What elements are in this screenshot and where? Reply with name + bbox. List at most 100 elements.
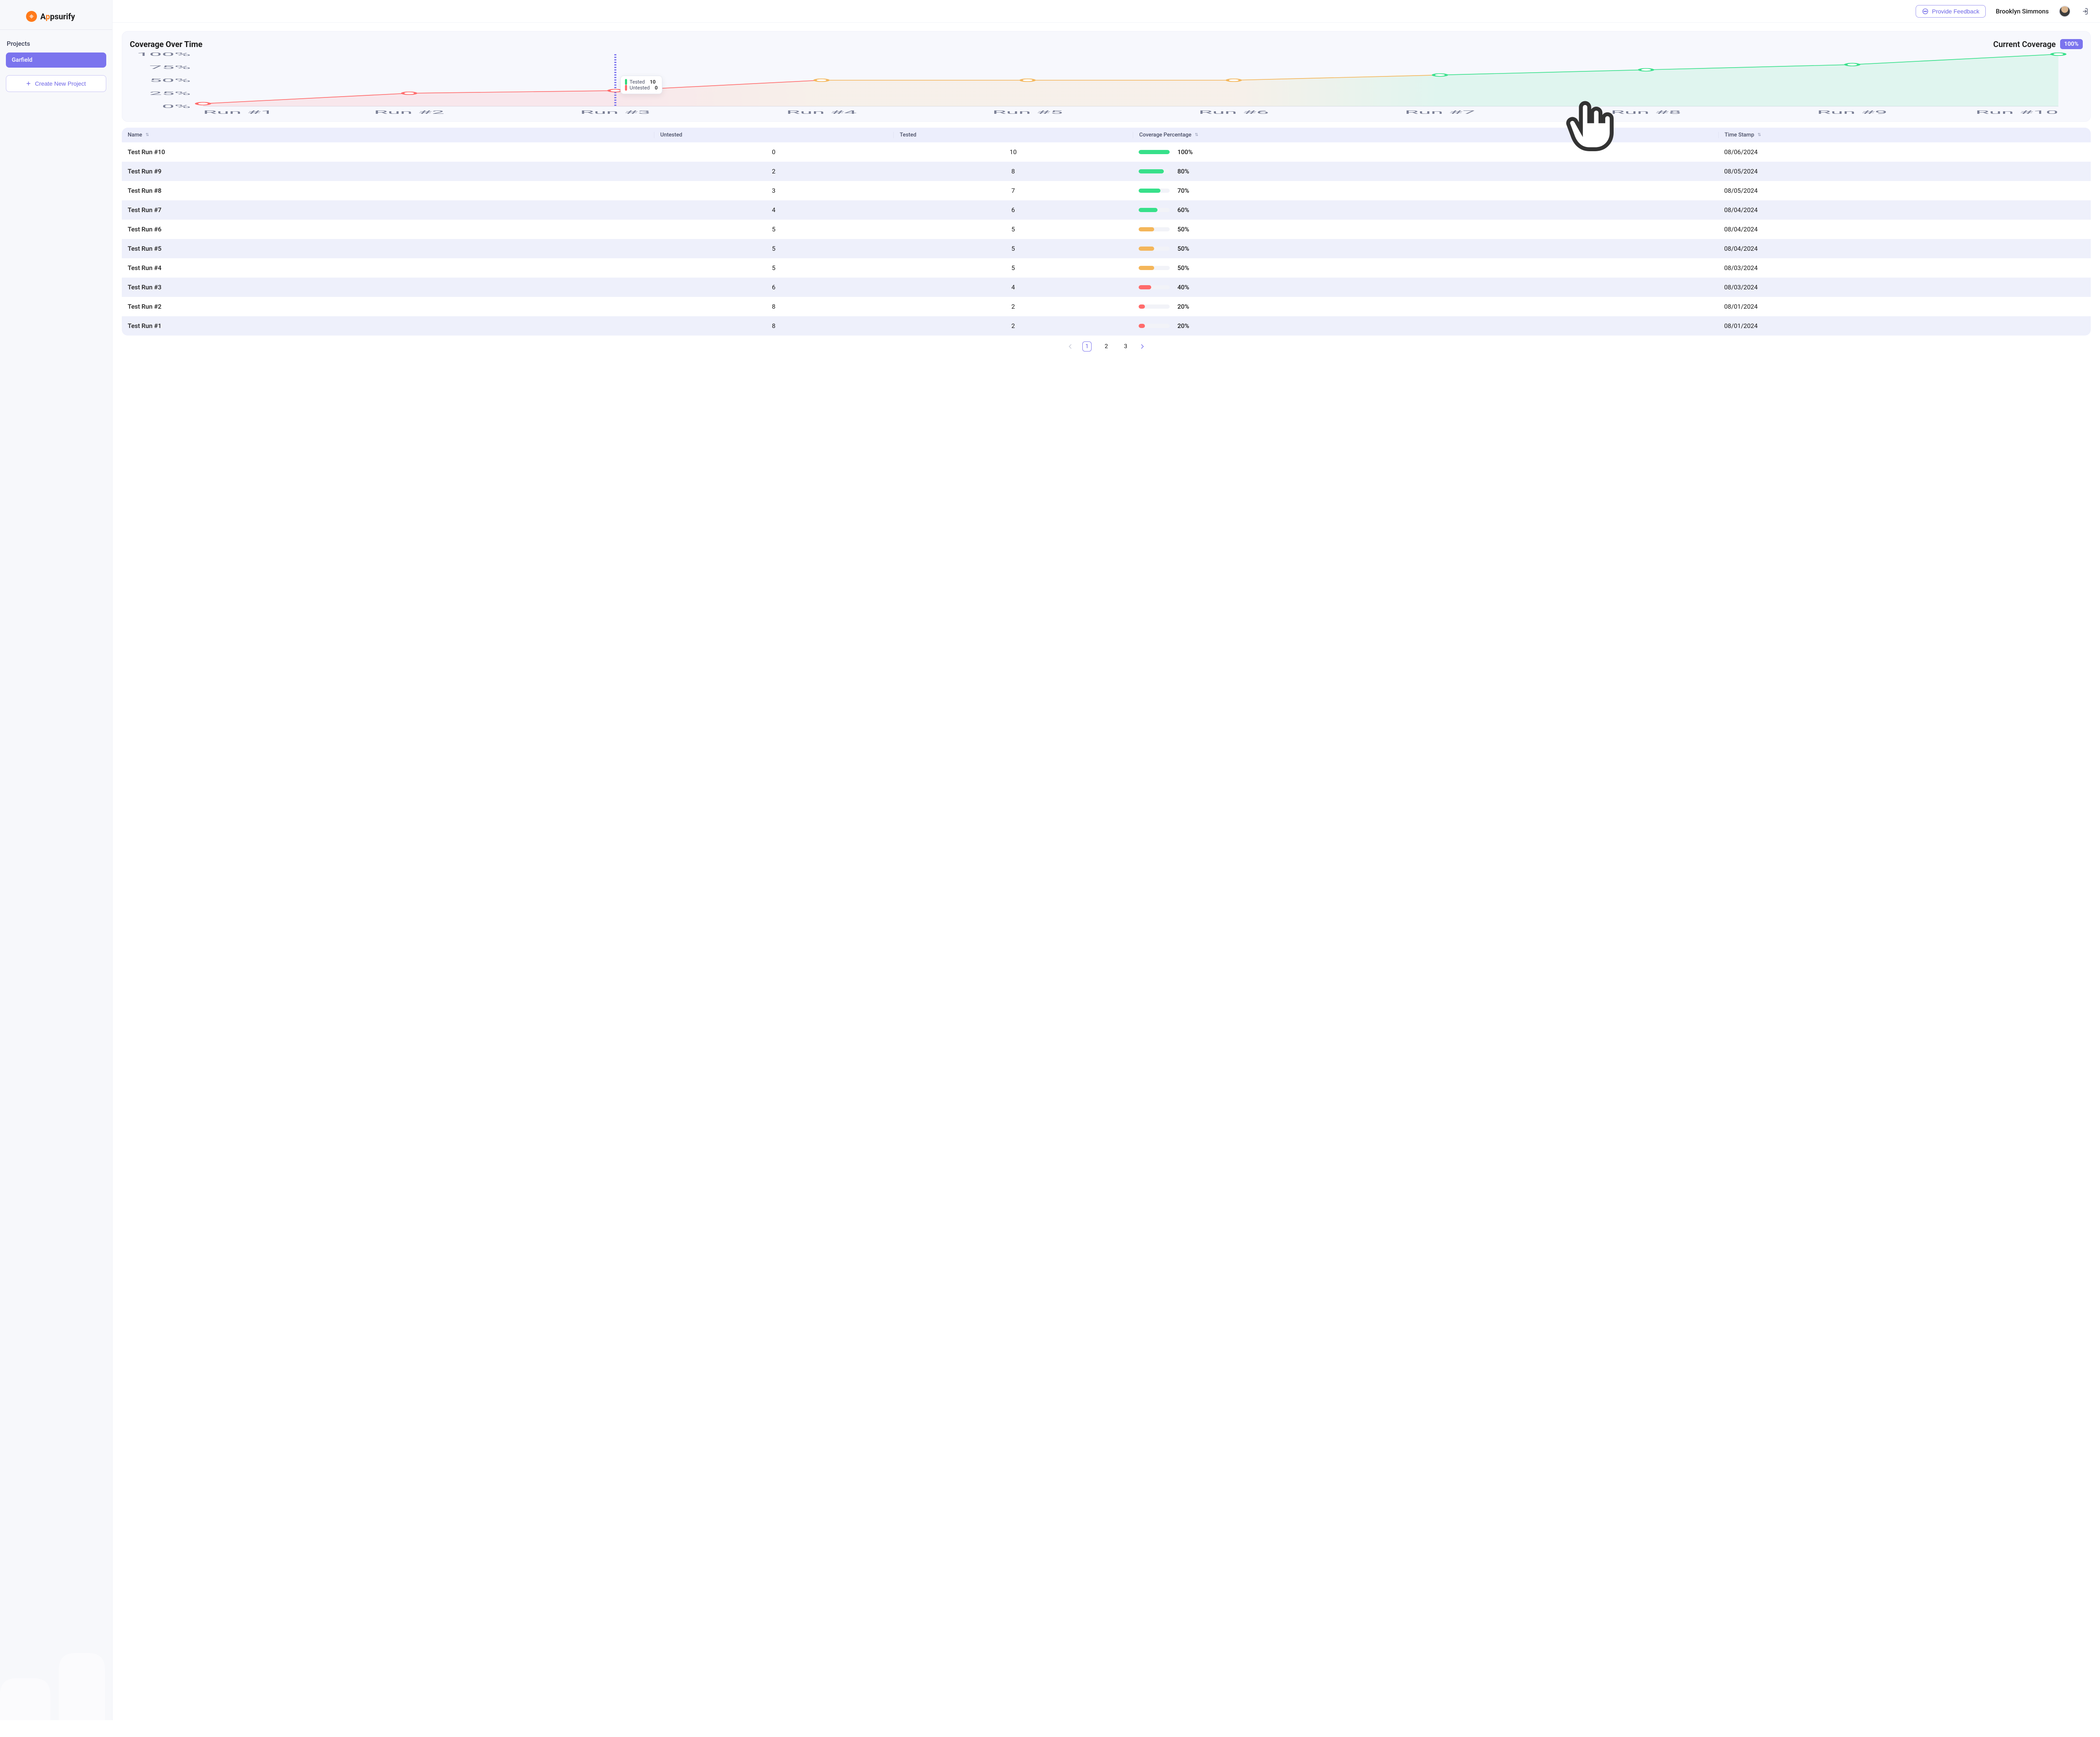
cell-timestamp: 08/04/2024 (1718, 226, 2091, 233)
avatar[interactable] (2059, 5, 2071, 17)
cell-tested: 10 (893, 148, 1133, 156)
table-row[interactable]: Test Run #10 0 10 100% 08/06/2024 (122, 142, 2091, 162)
table-row[interactable]: Test Run #8 3 7 70% 08/05/2024 (122, 181, 2091, 200)
cell-coverage: 100% (1133, 148, 1718, 156)
cell-tested: 5 (893, 264, 1133, 272)
sort-icon: ⇅ (146, 133, 149, 137)
sidebar-heading: Projects (7, 40, 105, 47)
coverage-bar (1139, 304, 1170, 309)
cell-coverage: 50% (1133, 264, 1718, 272)
coverage-pct: 20% (1177, 322, 1189, 330)
cell-timestamp: 08/01/2024 (1718, 322, 2091, 330)
svg-text:Run #1: Run #1 (203, 110, 273, 115)
pager-page-1[interactable]: 1 (1082, 341, 1092, 352)
pager-next-icon[interactable] (1139, 343, 1146, 350)
create-project-label: Create New Project (35, 80, 86, 87)
sort-icon: ⇅ (1195, 133, 1198, 137)
cell-timestamp: 08/05/2024 (1718, 187, 2091, 194)
card-title: Coverage Over Time (130, 39, 202, 49)
cell-untested: 2 (654, 168, 893, 175)
cell-untested: 0 (654, 148, 893, 156)
chat-icon (1922, 8, 1929, 15)
coverage-pct: 20% (1177, 303, 1189, 310)
cell-name: Test Run #3 (122, 283, 654, 291)
cell-name: Test Run #10 (122, 148, 654, 156)
cell-name: Test Run #2 (122, 303, 654, 310)
current-coverage-value: 100% (2060, 39, 2083, 49)
cell-name: Test Run #9 (122, 168, 654, 175)
table-row[interactable]: Test Run #2 8 2 20% 08/01/2024 (122, 297, 2091, 316)
cell-tested: 8 (893, 168, 1133, 175)
cell-name: Test Run #7 (122, 206, 654, 214)
feedback-label: Provide Feedback (1932, 8, 1979, 15)
cell-tested: 7 (893, 187, 1133, 194)
topbar: Provide Feedback Brooklyn Simmons (113, 0, 2100, 23)
table-row[interactable]: Test Run #9 2 8 80% 08/05/2024 (122, 162, 2091, 181)
cell-timestamp: 08/01/2024 (1718, 303, 2091, 310)
svg-text:100%: 100% (136, 52, 191, 57)
coverage-bar (1139, 189, 1170, 193)
cell-untested: 6 (654, 283, 893, 291)
cell-untested: 4 (654, 206, 893, 214)
coverage-pct: 100% (1177, 148, 1193, 156)
pager-page-3[interactable]: 3 (1121, 343, 1130, 350)
svg-text:50%: 50% (149, 78, 191, 83)
cell-coverage: 40% (1133, 283, 1718, 291)
cell-coverage: 20% (1133, 303, 1718, 310)
svg-text:0%: 0% (162, 104, 191, 109)
cell-coverage: 50% (1133, 245, 1718, 252)
sidebar-item-garfield[interactable]: Garfield (6, 52, 106, 68)
current-coverage-label: Current Coverage (1993, 39, 2056, 49)
brand-logo[interactable]: Appsurify (26, 11, 106, 22)
pager-prev-icon[interactable] (1066, 343, 1074, 350)
svg-text:Run #2: Run #2 (374, 110, 444, 115)
cell-timestamp: 08/04/2024 (1718, 245, 2091, 252)
col-tested[interactable]: Tested (893, 132, 1133, 138)
coverage-pct: 80% (1177, 168, 1189, 175)
svg-text:Run #3: Run #3 (580, 110, 651, 115)
table-row[interactable]: Test Run #1 8 2 20% 08/01/2024 (122, 316, 2091, 336)
table-row[interactable]: Test Run #6 5 5 50% 08/04/2024 (122, 220, 2091, 239)
col-timestamp[interactable]: Time Stamp ⇅ (1718, 132, 2091, 138)
cell-tested: 2 (893, 322, 1133, 330)
svg-text:Run #4: Run #4 (786, 110, 857, 115)
table-row[interactable]: Test Run #4 5 5 50% 08/03/2024 (122, 258, 2091, 278)
cell-coverage: 50% (1133, 226, 1718, 233)
coverage-pct: 50% (1177, 226, 1189, 233)
svg-text:Run #5: Run #5 (992, 110, 1063, 115)
pagination: 1 2 3 (122, 341, 2091, 352)
decorative-shape (0, 1645, 122, 1737)
cell-untested: 5 (654, 264, 893, 272)
coverage-pct: 40% (1177, 283, 1189, 291)
runs-table: Name ⇅ Untested Tested Coverage Percenta… (122, 128, 2091, 336)
cell-coverage: 80% (1133, 168, 1718, 175)
cell-timestamp: 08/03/2024 (1718, 264, 2091, 272)
brand-name: Appsurify (40, 12, 75, 21)
coverage-pct: 60% (1177, 206, 1189, 214)
cell-name: Test Run #5 (122, 245, 654, 252)
cell-untested: 8 (654, 303, 893, 310)
svg-text:75%: 75% (149, 65, 191, 70)
cell-tested: 5 (893, 226, 1133, 233)
cell-untested: 5 (654, 245, 893, 252)
pager-page-2[interactable]: 2 (1102, 343, 1111, 350)
sidebar: Appsurify Projects Garfield + Create New… (0, 0, 113, 1720)
col-name[interactable]: Name ⇅ (122, 132, 654, 138)
svg-text:Run #6: Run #6 (1199, 110, 1269, 115)
table-header: Name ⇅ Untested Tested Coverage Percenta… (122, 128, 2091, 142)
provide-feedback-button[interactable]: Provide Feedback (1916, 5, 1986, 18)
table-row[interactable]: Test Run #7 4 6 60% 08/04/2024 (122, 200, 2091, 220)
cell-coverage: 60% (1133, 206, 1718, 214)
coverage-bar (1139, 285, 1170, 289)
logout-icon[interactable] (2081, 8, 2088, 15)
col-untested[interactable]: Untested (654, 132, 893, 138)
cell-name: Test Run #1 (122, 322, 654, 330)
coverage-card: Coverage Over Time Current Coverage 100%… (122, 31, 2091, 122)
svg-text:Run #9: Run #9 (1817, 110, 1887, 115)
create-project-button[interactable]: + Create New Project (6, 75, 106, 92)
table-row[interactable]: Test Run #3 6 4 40% 08/03/2024 (122, 278, 2091, 297)
table-row[interactable]: Test Run #5 5 5 50% 08/04/2024 (122, 239, 2091, 258)
cell-tested: 4 (893, 283, 1133, 291)
col-coverage[interactable]: Coverage Percentage ⇅ (1133, 132, 1718, 138)
coverage-chart[interactable]: 0%25%50%75%100%Run #1Run #2Run #3Run #4R… (130, 51, 2083, 118)
